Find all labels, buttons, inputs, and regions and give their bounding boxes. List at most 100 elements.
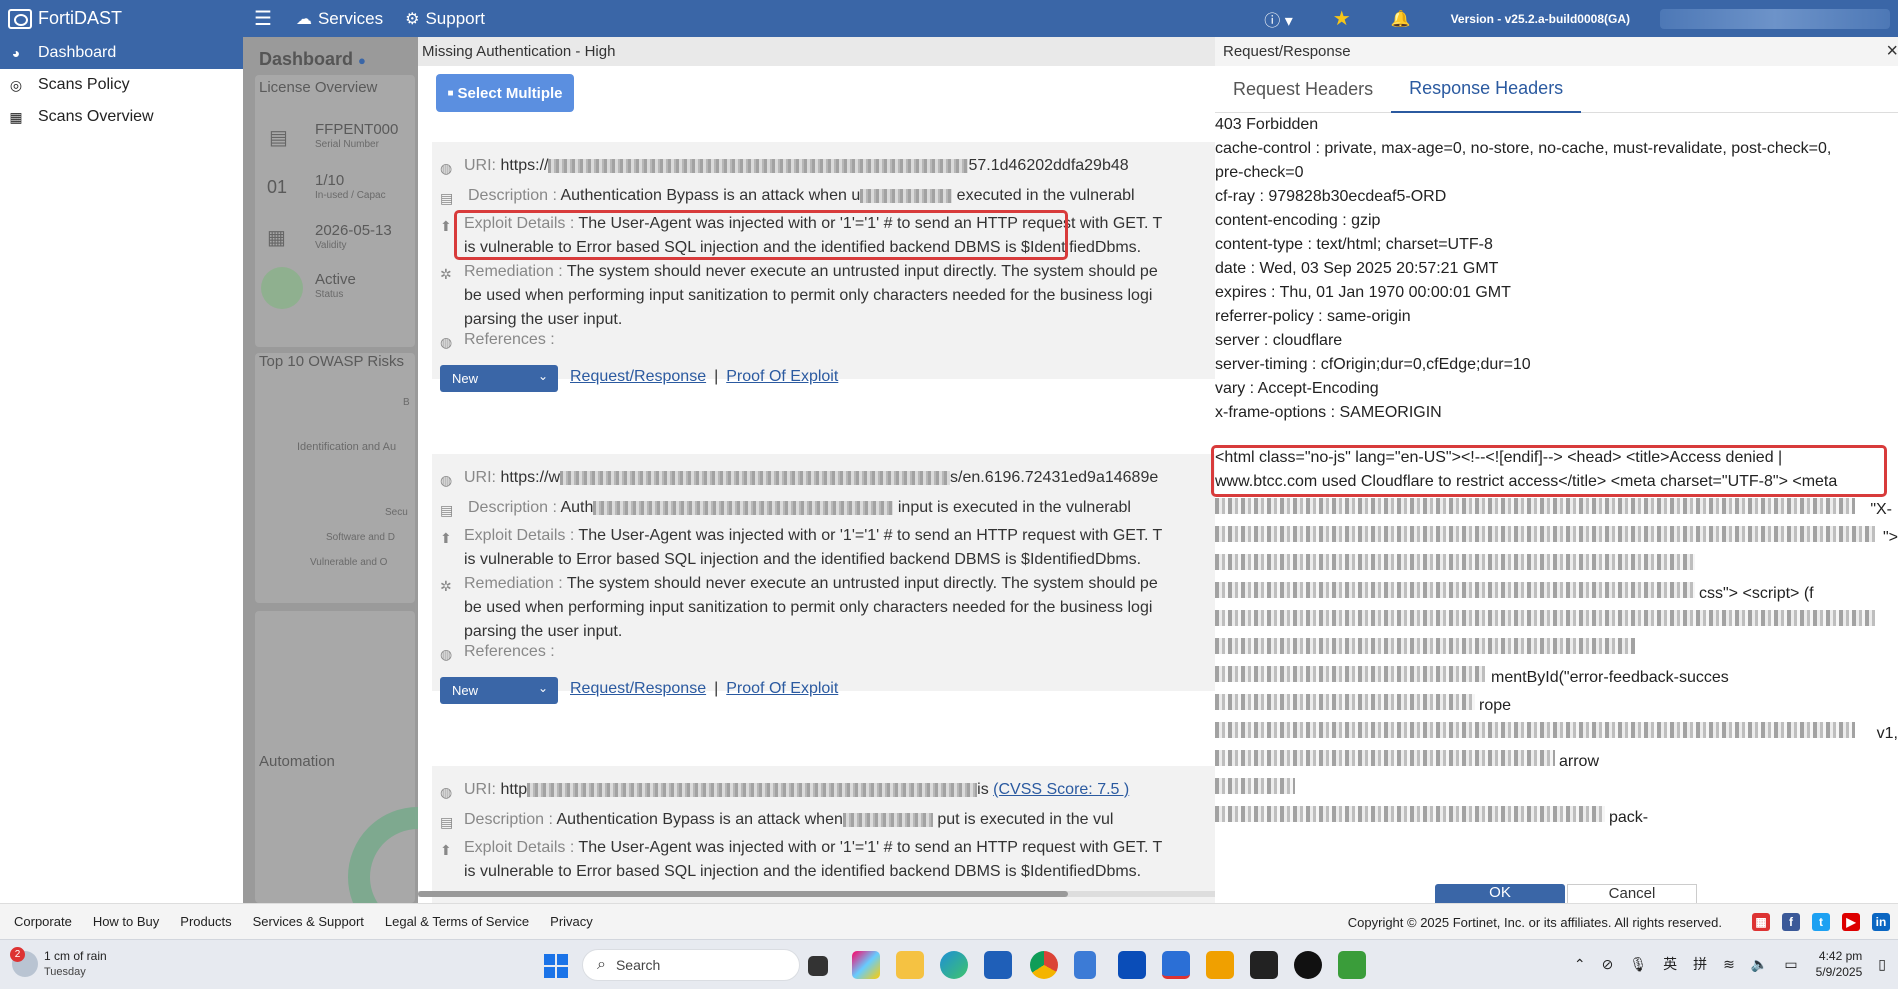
inuse-num: 01 — [267, 177, 288, 197]
weather-day: Tuesday — [44, 966, 86, 978]
fortinet-icon[interactable]: ▦ — [1752, 913, 1770, 931]
header-line: server : cloudflare — [1215, 332, 1343, 349]
sidebar-item-scans-overview[interactable]: ▦ Scans Overview — [0, 101, 243, 133]
mail-icon[interactable] — [1118, 951, 1146, 979]
chevron-up-icon[interactable]: ⌃ — [1574, 956, 1586, 973]
tab-response-headers[interactable]: Response Headers — [1391, 66, 1582, 113]
user-account-menu[interactable] — [1660, 8, 1890, 29]
dashboard-icon: ◕ — [11, 45, 21, 61]
link-separator: | — [714, 368, 719, 385]
horizontal-scrollbar[interactable] — [418, 891, 1215, 897]
notification-icon[interactable]: ▯ — [1878, 956, 1886, 973]
windows-taskbar: 2 1 cm of rain Tuesday ⌕ Search ⌃ ⊘ 🎙 英 … — [0, 939, 1898, 989]
globe-icon: ◍ — [440, 472, 453, 488]
exploit-icon: ⬆ — [440, 842, 452, 858]
remediation-label: Remediation : — [464, 575, 563, 592]
volume-icon[interactable]: 🔈 — [1751, 956, 1768, 973]
language-indicator[interactable]: 英 — [1663, 954, 1677, 974]
vulnerability-links: Request/Response | Proof Of Exploit — [570, 368, 838, 386]
clock[interactable]: 4:42 pm 5/9/2025 — [1816, 948, 1863, 980]
uri-suffix: is — [977, 781, 989, 798]
license-icon: ▤ — [269, 127, 288, 149]
nav-services[interactable]: ☁ Services — [296, 9, 383, 29]
footer-link-legal[interactable]: Legal & Terms of Service — [385, 914, 529, 929]
proof-of-exploit-link[interactable]: Proof Of Exploit — [726, 368, 838, 385]
input-method-indicator[interactable]: 拼 — [1693, 954, 1707, 974]
exploit-value: The User-Agent was injected with or '1'=… — [578, 839, 1163, 856]
redacted-text — [593, 500, 894, 515]
inuse-value: 1/10 — [315, 172, 345, 189]
menu-toggle-icon[interactable]: ☰ — [254, 6, 272, 31]
owasp-item: Secu — [385, 507, 408, 518]
copilot-icon[interactable] — [852, 951, 880, 979]
automation-title: Automation — [259, 753, 335, 770]
sidebar-item-scans-policy[interactable]: ◎ Scans Policy — [0, 69, 243, 101]
help-dropdown-icon[interactable]: ⓘ ▾ — [1264, 7, 1292, 31]
twitter-icon[interactable]: t — [1812, 913, 1830, 931]
uri-text: URI: http is (CVSS Score: 7.5 ) — [464, 778, 1215, 802]
github-icon[interactable] — [1294, 951, 1322, 979]
task-view-icon[interactable] — [808, 956, 828, 976]
terminal-icon[interactable] — [1250, 951, 1278, 979]
header-line: expires : Thu, 01 Jan 1970 00:00:01 GMT — [1215, 284, 1511, 301]
store-icon[interactable] — [984, 951, 1012, 979]
chrome-browser-icon[interactable] — [1030, 951, 1058, 979]
body-fragment: pack- — [1609, 809, 1649, 826]
uri-text: URI: https:// 57.1d46202ddfa29b48 — [464, 154, 1215, 178]
footer-link-how-to-buy[interactable]: How to Buy — [93, 914, 159, 929]
file-explorer-icon[interactable] — [896, 951, 924, 979]
wifi-icon[interactable]: ≋ — [1723, 956, 1735, 973]
status-dropdown[interactable]: New ⌄ — [440, 677, 558, 704]
proof-of-exploit-link[interactable]: Proof Of Exploit — [726, 680, 838, 697]
footer-link-corporate[interactable]: Corporate — [14, 914, 72, 929]
status-label: Status — [315, 289, 344, 300]
request-response-link[interactable]: Request/Response — [570, 680, 706, 697]
notification-bell-icon[interactable]: 🔔 — [1391, 9, 1411, 29]
description-value: Authentication Bypass is an attack when — [556, 811, 843, 828]
request-response-panel: Request/Response × Request Headers Respo… — [1211, 37, 1898, 906]
notepad-icon[interactable] — [1074, 951, 1096, 979]
exploit-value: The User-Agent was injected with or '1'=… — [578, 527, 1163, 544]
battery-icon[interactable]: ▭ — [1784, 956, 1797, 973]
favorites-star-icon[interactable]: ★ — [1333, 6, 1351, 31]
remediation-label: Remediation : — [464, 263, 563, 280]
close-icon[interactable]: × — [1886, 40, 1898, 63]
facebook-icon[interactable]: f — [1782, 913, 1800, 931]
brand[interactable]: FortiDAST — [0, 8, 240, 29]
blurred-line — [1215, 638, 1898, 662]
youtube-icon[interactable]: ▶ — [1842, 913, 1860, 931]
active-app-icon[interactable] — [1162, 951, 1190, 979]
status-dropdown[interactable]: New ⌄ — [440, 365, 558, 392]
owasp-item: B — [403, 397, 410, 408]
weather-widget[interactable]: 2 1 cm of rain Tuesday — [10, 947, 107, 980]
footer-link-services-support[interactable]: Services & Support — [253, 914, 364, 929]
edge-browser-icon[interactable] — [940, 951, 968, 979]
taskbar-search[interactable]: ⌕ Search — [582, 949, 800, 981]
select-multiple-button[interactable]: ■ Select Multiple — [436, 74, 574, 112]
network-status-icon[interactable]: ⊘ — [1602, 956, 1614, 973]
request-response-link[interactable]: Request/Response — [570, 368, 706, 385]
serial-label: Serial Number — [315, 139, 379, 150]
linkedin-icon[interactable]: in — [1872, 913, 1890, 931]
footer-link-privacy[interactable]: Privacy — [550, 914, 593, 929]
chart-app-icon[interactable] — [1338, 951, 1366, 979]
description-label: Description : — [468, 187, 557, 204]
chevron-down-icon: ⌄ — [537, 369, 548, 383]
blurred-line: rope — [1215, 694, 1898, 718]
snipping-tool-icon[interactable] — [1206, 951, 1234, 979]
tab-request-headers[interactable]: Request Headers — [1215, 66, 1391, 113]
sidebar-item-dashboard[interactable]: ◕ Dashboard — [0, 37, 243, 69]
uri-text: URI: https://w s/en.6196.72431ed9a14689e — [464, 466, 1215, 490]
blurred-line — [1215, 610, 1898, 634]
nav-support[interactable]: ⚙ Support — [405, 9, 485, 29]
description-tail: executed in the vulnerabl — [956, 187, 1135, 204]
scrollbar-thumb[interactable] — [418, 891, 1068, 897]
uri-label: URI: — [464, 157, 496, 174]
footer-link-products[interactable]: Products — [180, 914, 231, 929]
remediation-line-1: Remediation : The system should never ex… — [464, 260, 1215, 284]
windows-start-icon[interactable] — [544, 954, 568, 978]
microphone-icon[interactable]: 🎙 — [1629, 956, 1647, 973]
exploit-line-2: is vulnerable to Error based SQL injecti… — [464, 863, 1142, 880]
request-response-header: Request/Response — [1215, 37, 1898, 66]
cvss-score-link[interactable]: (CVSS Score: 7.5 ) — [993, 781, 1129, 798]
